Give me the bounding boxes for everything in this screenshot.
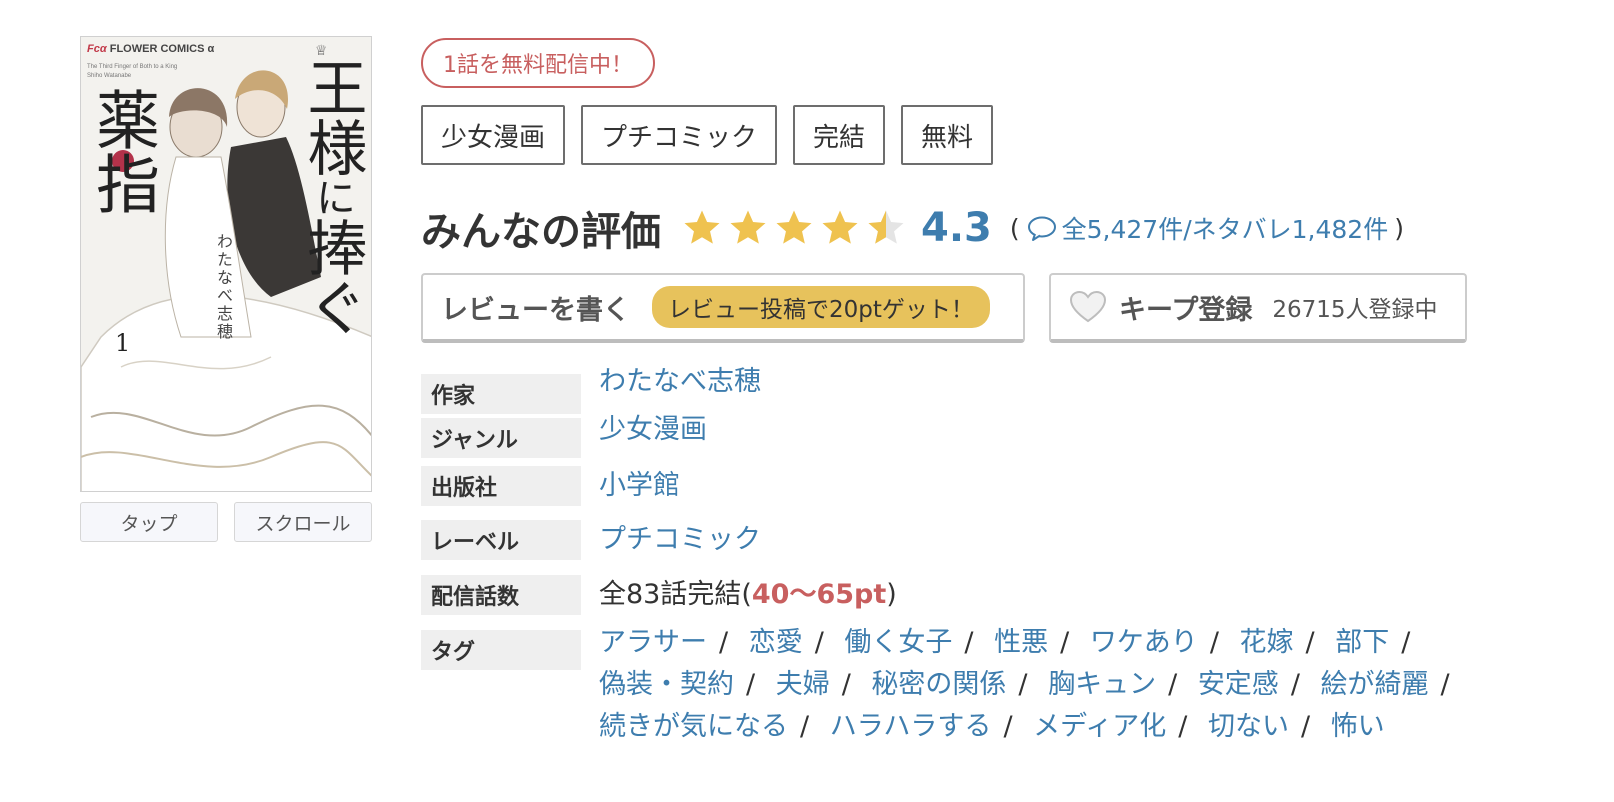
price-range: 40〜65pt <box>751 579 887 610</box>
tag-link[interactable]: メディア化 <box>1033 711 1166 742</box>
tag-link[interactable]: 秘密の関係 <box>871 669 1006 700</box>
tag-link[interactable]: 部下 <box>1335 627 1389 658</box>
action-buttons: レビューを書く レビュー投稿で20ptゲット！ キープ登録 26715人登録中 <box>421 273 1467 343</box>
tag-separator: / <box>746 669 756 700</box>
tag-separator: / <box>1209 627 1219 658</box>
tag-link[interactable]: 胸キュン <box>1048 669 1156 700</box>
cover-subtitle: The Third Finger of Both to a King Shiho… <box>87 64 178 79</box>
tag-link[interactable]: アラサー <box>599 627 707 658</box>
rating-label: みんなの評価 <box>421 209 661 255</box>
tag-link[interactable]: 安定感 <box>1198 669 1279 700</box>
info-row-tags: タグ アラサー / 恋愛 / 働く女子 / 性悪 / ワケあり / 花嫁 / 部下 / 偽装・… <box>421 627 1479 748</box>
info-key-publisher: 出版社 <box>421 466 581 506</box>
tag-separator: / <box>800 711 810 742</box>
cover-image[interactable]: ♕ Fcα FLOWER COMICS α The Third Finger o… <box>80 36 372 492</box>
heart-icon <box>1069 290 1107 323</box>
half-star-icon <box>868 210 904 244</box>
tag-link[interactable]: 続きが気になる <box>599 711 788 742</box>
tag-link[interactable]: 性悪 <box>994 627 1048 658</box>
tag-link[interactable]: ハラハラする <box>830 711 992 742</box>
genre-tag-free[interactable]: 無料 <box>901 105 994 165</box>
tag-separator: / <box>814 627 824 658</box>
tag-link[interactable]: 怖い <box>1331 711 1385 742</box>
star-icon <box>776 210 812 244</box>
write-review-label: レビューを書く <box>441 294 630 326</box>
tag-separator: / <box>1401 627 1411 658</box>
star-icon <box>684 210 720 244</box>
keep-count: 26715人登録中 <box>1272 297 1438 323</box>
tag-separator: / <box>964 627 974 658</box>
tag-separator: / <box>1018 669 1028 700</box>
tag-separator: / <box>1305 627 1315 658</box>
keep-button[interactable]: キープ登録 26715人登録中 <box>1049 273 1467 343</box>
tag-separator: / <box>1003 711 1013 742</box>
tag-separator: / <box>841 669 851 700</box>
tag-separator: / <box>1440 669 1450 700</box>
info-key-author: 作家 <box>421 374 581 414</box>
info-key-episodes: 配信話数 <box>421 575 581 615</box>
publisher-logo: Fcα FLOWER COMICS α <box>87 43 215 55</box>
info-key-label: レーベル <box>421 520 581 560</box>
cover-author: わたなべ志穂 <box>214 233 233 341</box>
keep-label: キープ登録 <box>1119 294 1253 326</box>
tag-link[interactable]: 働く女子 <box>844 627 952 658</box>
tag-link[interactable]: 切ない <box>1208 711 1289 742</box>
episodes-value: 全83話完結(40〜65pt) <box>599 579 897 610</box>
genre-tag-shoujo[interactable]: 少女漫画 <box>421 105 566 165</box>
free-episode-badge: 1話を無料配信中！ <box>421 38 655 88</box>
genre-tag-list: 少女漫画 プチコミック 完結 無料 <box>421 105 994 165</box>
review-count-link[interactable]: ( 全5,427件/ネタバレ1,482件 ) <box>1004 210 1410 246</box>
tag-separator: / <box>1178 711 1188 742</box>
author-link[interactable]: わたなべ志穂 <box>599 362 761 414</box>
tag-list: アラサー / 恋愛 / 働く女子 / 性悪 / ワケあり / 花嫁 / 部下 / 偽装・契約 /… <box>599 622 1479 748</box>
tag-separator: / <box>1300 711 1311 742</box>
info-row-episodes: 配信話数 全83話完結(40〜65pt) <box>421 575 897 615</box>
publisher-link[interactable]: 小学館 <box>599 466 680 506</box>
info-row-publisher: 出版社 小学館 <box>421 466 680 506</box>
tag-link[interactable]: 絵が綺麗 <box>1321 669 1429 700</box>
scroll-mode-button[interactable]: スクロール <box>234 502 372 542</box>
info-key-genre: ジャンル <box>421 418 581 458</box>
write-review-button[interactable]: レビューを書く レビュー投稿で20ptゲット！ <box>421 273 1025 343</box>
tag-separator: / <box>1290 669 1300 700</box>
speech-bubble-icon <box>1027 216 1056 241</box>
tag-separator: / <box>719 627 729 658</box>
tag-link[interactable]: ワケあり <box>1090 627 1198 658</box>
star-rating <box>681 207 907 249</box>
genre-tag-completed[interactable]: 完結 <box>793 105 886 165</box>
review-bonus-pill: レビュー投稿で20ptゲット！ <box>652 286 990 328</box>
genre-link[interactable]: 少女漫画 <box>599 410 707 458</box>
star-icon <box>730 210 766 244</box>
reader-mode-buttons: タップ スクロール <box>80 502 372 542</box>
rating-summary: みんなの評価 4.3 ( 全5,427件/ネタバレ1,482件 ) <box>421 198 1410 258</box>
info-row-author: 作家 わたなべ志穂 <box>421 366 761 414</box>
review-count-text: 全5,427件/ネタバレ1,482件 <box>1061 215 1389 244</box>
tag-link[interactable]: 夫婦 <box>776 669 830 700</box>
rating-score: 4.3 <box>921 205 992 251</box>
cover-title-ring-finger: 薬指 <box>85 87 159 215</box>
tap-mode-button[interactable]: タップ <box>80 502 218 542</box>
tag-link[interactable]: 花嫁 <box>1240 627 1294 658</box>
info-key-tags: タグ <box>421 630 581 670</box>
cover-volume: 1 <box>115 329 131 357</box>
cover-title: 王様に捧ぐ <box>297 57 367 337</box>
tag-link[interactable]: 恋愛 <box>749 627 803 658</box>
info-row-genre: ジャンル 少女漫画 <box>421 414 707 458</box>
info-row-label: レーベル プチコミック <box>421 520 761 560</box>
tag-separator: / <box>1168 669 1178 700</box>
tag-separator: / <box>1060 627 1070 658</box>
label-link[interactable]: プチコミック <box>599 520 761 560</box>
star-icon <box>822 210 858 244</box>
tag-link[interactable]: 偽装・契約 <box>599 669 734 700</box>
genre-tag-petit-comic[interactable]: プチコミック <box>581 105 778 165</box>
